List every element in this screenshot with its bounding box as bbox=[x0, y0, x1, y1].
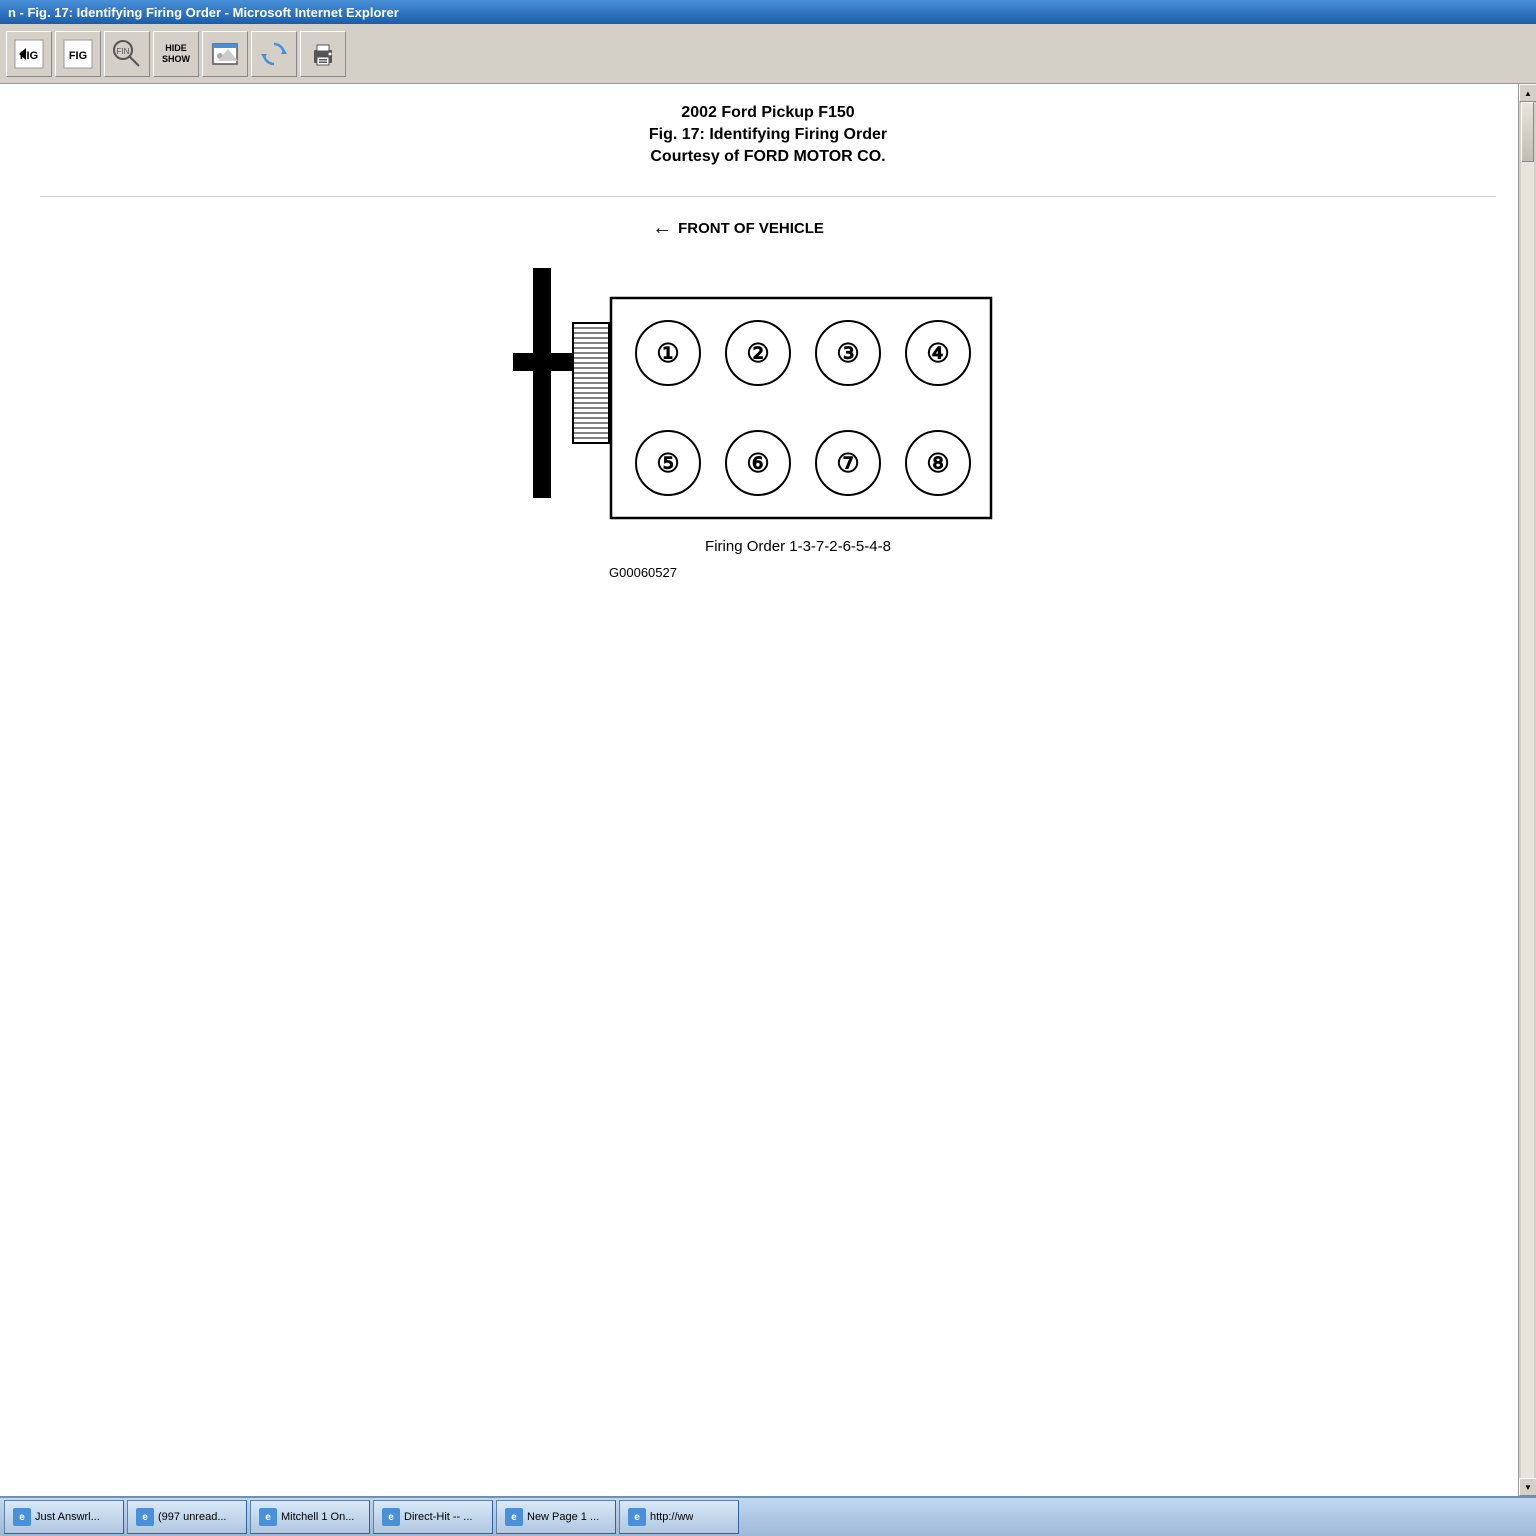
svg-text:②: ② bbox=[746, 338, 769, 368]
engine-diagram: ① ② ③ ④ ⑤ ⑥ ⑦ bbox=[473, 248, 1003, 528]
firing-order-text: Firing Order 1-3-7-2-6-5-4-8 bbox=[705, 538, 891, 555]
print-icon bbox=[308, 39, 338, 69]
fig-button[interactable]: FIG bbox=[55, 31, 101, 77]
scroll-up-arrow[interactable]: ▲ bbox=[1519, 84, 1536, 102]
diagram-container: ← FRONT OF VEHICLE bbox=[40, 217, 1496, 580]
svg-text:④: ④ bbox=[926, 338, 949, 368]
svg-text:FIG: FIG bbox=[69, 50, 87, 62]
title-bar: n - Fig. 17: Identifying Firing Order - … bbox=[0, 0, 1536, 24]
image-button[interactable] bbox=[202, 31, 248, 77]
taskbar-label-5: New Page 1 ... bbox=[527, 1511, 599, 1523]
front-label-text: FRONT OF VEHICLE bbox=[678, 220, 824, 237]
page-title: 2002 Ford Pickup F150 bbox=[40, 104, 1496, 122]
svg-text:FIN: FIN bbox=[117, 47, 130, 56]
find-icon: FIN bbox=[109, 36, 145, 72]
taskbar-label-3: Mitchell 1 On... bbox=[281, 1511, 354, 1523]
title-bar-text: n - Fig. 17: Identifying Firing Order - … bbox=[8, 5, 399, 20]
content-area: 2002 Ford Pickup F150 Fig. 17: Identifyi… bbox=[0, 84, 1536, 1496]
scroll-down-arrow[interactable]: ▼ bbox=[1519, 1478, 1536, 1496]
hide-show-button[interactable]: HIDESHOW bbox=[153, 31, 199, 77]
refresh-icon bbox=[259, 39, 289, 69]
taskbar: e Just Answrl... e (997 unread... e Mitc… bbox=[0, 1496, 1536, 1536]
fig-icon: FIG bbox=[63, 39, 93, 69]
taskbar-btn-3[interactable]: e Mitchell 1 On... bbox=[250, 1500, 370, 1534]
taskbar-btn-2[interactable]: e (997 unread... bbox=[127, 1500, 247, 1534]
svg-text:⑥: ⑥ bbox=[746, 448, 769, 478]
svg-text:⑦: ⑦ bbox=[836, 448, 859, 478]
taskbar-btn-4[interactable]: e Direct-Hit -- ... bbox=[373, 1500, 493, 1534]
ie-icon-4: e bbox=[382, 1508, 400, 1526]
ie-icon-5: e bbox=[505, 1508, 523, 1526]
taskbar-btn-6[interactable]: e http://ww bbox=[619, 1500, 739, 1534]
courtesy-text: Courtesy of FORD MOTOR CO. bbox=[40, 148, 1496, 166]
print-button[interactable] bbox=[300, 31, 346, 77]
scrollbar-thumb[interactable] bbox=[1521, 102, 1534, 162]
taskbar-label-1: Just Answrl... bbox=[35, 1511, 100, 1523]
svg-text:⑧: ⑧ bbox=[926, 448, 949, 478]
arrow-left-icon: ← bbox=[652, 217, 672, 240]
hide-show-label: HIDESHOW bbox=[162, 43, 190, 65]
find-button[interactable]: FIN bbox=[104, 31, 150, 77]
fig-title: Fig. 17: Identifying Firing Order bbox=[40, 126, 1496, 144]
svg-text:⑤: ⑤ bbox=[656, 448, 679, 478]
fig-prev-icon: FIG bbox=[14, 39, 44, 69]
svg-text:③: ③ bbox=[836, 338, 859, 368]
taskbar-btn-1[interactable]: e Just Answrl... bbox=[4, 1500, 124, 1534]
front-label: ← FRONT OF VEHICLE bbox=[652, 217, 824, 240]
ie-icon-6: e bbox=[628, 1508, 646, 1526]
taskbar-btn-5[interactable]: e New Page 1 ... bbox=[496, 1500, 616, 1534]
taskbar-label-4: Direct-Hit -- ... bbox=[404, 1511, 472, 1523]
ie-icon-3: e bbox=[259, 1508, 277, 1526]
firing-order-svg: ① ② ③ ④ ⑤ ⑥ ⑦ bbox=[473, 248, 1003, 528]
prev-fig-button[interactable]: FIG bbox=[6, 31, 52, 77]
toolbar: FIG FIG FIN HIDESHOW bbox=[0, 24, 1536, 84]
image-icon bbox=[210, 39, 240, 69]
divider bbox=[40, 196, 1496, 197]
part-number: G00060527 bbox=[609, 565, 677, 580]
scrollbar[interactable]: ▲ ▼ bbox=[1518, 84, 1536, 1496]
taskbar-label-6: http://ww bbox=[650, 1511, 693, 1523]
svg-text:①: ① bbox=[656, 338, 679, 368]
ie-icon-2: e bbox=[136, 1508, 154, 1526]
ie-icon-1: e bbox=[13, 1508, 31, 1526]
scrollbar-track[interactable] bbox=[1521, 102, 1534, 1478]
taskbar-label-2: (997 unread... bbox=[158, 1511, 227, 1523]
refresh-button[interactable] bbox=[251, 31, 297, 77]
